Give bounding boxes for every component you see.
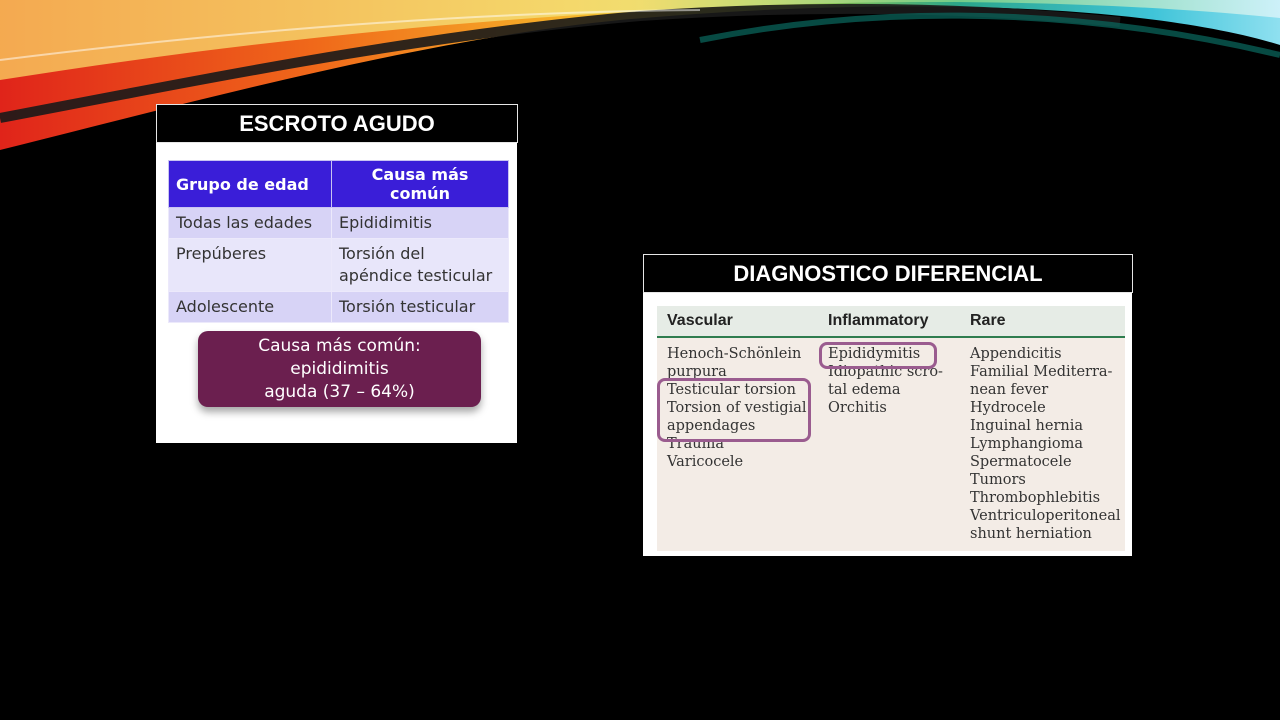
header-common-cause: Causa más común	[331, 160, 509, 208]
differential-diagnosis-table: Vascular Inflammatory Rare Henoch-Schönl…	[657, 306, 1125, 551]
list-item: Spermatocele	[970, 454, 1072, 470]
list-item: Orchitis	[828, 400, 887, 416]
header-age-group: Grupo de edad	[168, 160, 332, 208]
list-item: Henoch-Schönlein	[667, 346, 802, 362]
age-cause-table: Grupo de edad Causa más común Todas las …	[168, 160, 509, 323]
list-item: Inguinal hernia	[970, 418, 1084, 434]
list-item: Lymphangioma	[970, 436, 1083, 452]
cause-cell: Torsión del apéndice testicular	[331, 238, 509, 292]
list-item: Tumors	[970, 472, 1026, 488]
common-cause-note: Causa más común: epididimitis aguda (37 …	[198, 331, 481, 407]
cause-line: apéndice testicular	[339, 266, 493, 285]
list-item: Ventriculoperitoneal	[970, 508, 1121, 524]
rare-column: Appendicitis Familial Mediterra- nean fe…	[970, 345, 1120, 543]
header-inflammatory: Inflammatory	[828, 312, 929, 329]
note-line: aguda (37 – 64%)	[264, 381, 415, 402]
diagnostico-diferencial-title: DIAGNOSTICO DIFERENCIAL	[643, 254, 1133, 293]
age-group-cell: Prepúberes	[168, 238, 332, 292]
list-item: Varicocele	[667, 454, 744, 470]
torsion-highlight-box	[657, 378, 811, 442]
header-vascular: Vascular	[667, 312, 733, 329]
table-row: Todas las edades Epididimitis	[168, 207, 509, 239]
note-line: Causa más común: epididimitis	[258, 335, 421, 379]
header-rare: Rare	[970, 312, 1006, 329]
list-item: nean fever	[970, 382, 1049, 398]
list-item: Familial Mediterra-	[970, 364, 1113, 380]
cause-line: Torsión del	[339, 244, 425, 263]
list-item: Thrombophlebitis	[970, 490, 1101, 506]
list-item: Appendicitis	[970, 346, 1062, 362]
age-cause-image: Grupo de edad Causa más común Todas las …	[156, 143, 517, 443]
epididymitis-highlight-box	[819, 342, 937, 369]
list-item: tal edema	[828, 382, 901, 398]
escroto-agudo-title: ESCROTO AGUDO	[156, 104, 518, 143]
cause-cell: Epididimitis	[331, 207, 509, 239]
list-item: shunt herniation	[970, 526, 1092, 542]
age-group-cell: Adolescente	[168, 291, 332, 323]
age-group-cell: Todas las edades	[168, 207, 332, 239]
cause-cell: Torsión testicular	[331, 291, 509, 323]
ddx-header-row: Vascular Inflammatory Rare	[657, 306, 1125, 338]
table-row: Adolescente Torsión testicular	[168, 291, 509, 323]
table-row: Prepúberes Torsión del apéndice testicul…	[168, 238, 509, 292]
differential-diagnosis-image: Vascular Inflammatory Rare Henoch-Schönl…	[643, 293, 1132, 556]
table-header-row: Grupo de edad Causa más común	[168, 160, 509, 208]
list-item: Hydrocele	[970, 400, 1046, 416]
